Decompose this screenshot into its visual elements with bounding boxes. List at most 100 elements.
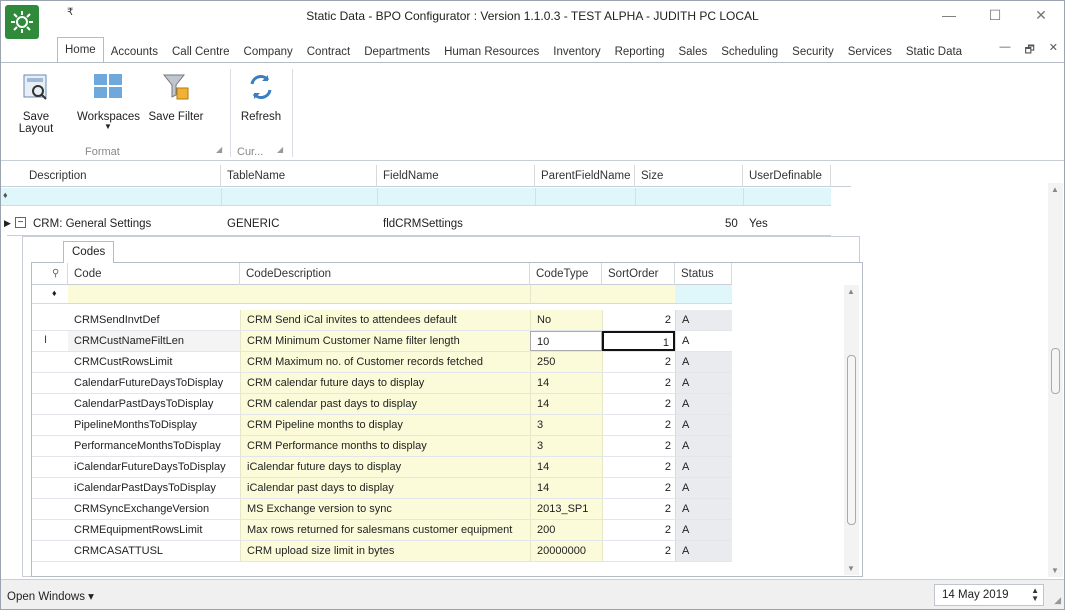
table-row[interactable]: PipelineMonthsToDisplay CRM Pipeline mon… — [32, 415, 732, 436]
app-gear-icon[interactable] — [5, 5, 39, 39]
cell-codetype[interactable]: 3 — [530, 415, 602, 435]
tab-inventory[interactable]: Inventory — [546, 41, 607, 63]
tab-codes[interactable]: Codes — [63, 241, 115, 263]
cell-code[interactable]: CRMCustRowsLimit — [68, 352, 240, 372]
cell-code[interactable]: PipelineMonthsToDisplay — [68, 415, 240, 435]
cell-sortorder[interactable]: 2 — [602, 436, 675, 456]
col-header-codetype[interactable]: CodeType — [530, 263, 602, 285]
date-spinner-icon[interactable]: ▲ ▼ — [1031, 587, 1039, 603]
cell-codetype[interactable]: No — [530, 310, 602, 330]
cell-code[interactable]: CRMSendInvtDef — [68, 310, 240, 330]
cell-codedescription[interactable]: Max rows returned for salesmans customer… — [240, 520, 530, 540]
table-row[interactable]: CalendarPastDaysToDisplay CRM calendar p… — [32, 394, 732, 415]
cell-sortorder[interactable]: 2 — [602, 478, 675, 498]
cell-sortorder-focused[interactable]: 1 — [602, 331, 675, 351]
scroll-up-icon[interactable]: ▲ — [1051, 185, 1059, 194]
tab-services[interactable]: Services — [841, 41, 899, 63]
cell-codetype[interactable]: 14 — [530, 394, 602, 414]
cell-code[interactable]: iCalendarFutureDaysToDisplay — [68, 457, 240, 477]
cell-status[interactable]: A — [675, 478, 732, 498]
cell-codedescription[interactable]: MS Exchange version to sync — [240, 499, 530, 519]
col-header-tablename[interactable]: TableName — [221, 165, 377, 187]
mdi-close-button[interactable]: ✕ — [1049, 41, 1058, 60]
tab-departments[interactable]: Departments — [357, 41, 437, 63]
format-group-launcher-icon[interactable]: ◢ — [216, 145, 222, 154]
table-row[interactable]: CalendarFutureDaysToDisplay CRM calendar… — [32, 373, 732, 394]
codes-vertical-scrollbar[interactable]: ▲ ▼ — [844, 285, 859, 575]
col-header-fieldname[interactable]: FieldName — [377, 165, 535, 187]
master-vertical-scrollbar[interactable]: ▲ ▼ — [1048, 183, 1063, 577]
cell-sortorder[interactable]: 2 — [602, 499, 675, 519]
cell-codedescription[interactable]: CRM upload size limit in bytes — [240, 541, 530, 561]
col-header-sortorder[interactable]: SortOrder — [602, 263, 675, 285]
tab-contract[interactable]: Contract — [300, 41, 357, 63]
cell-code[interactable]: PerformanceMonthsToDisplay — [68, 436, 240, 456]
cell-codedescription[interactable]: CRM Performance months to display — [240, 436, 530, 456]
cell-status[interactable]: A — [675, 310, 732, 330]
cell-status[interactable]: A — [675, 499, 732, 519]
filter-cell-status[interactable] — [675, 285, 732, 303]
scroll-down-icon[interactable]: ▼ — [1051, 566, 1059, 575]
col-header-status[interactable]: Status — [675, 263, 732, 285]
scrollbar-thumb[interactable] — [847, 355, 856, 525]
scroll-down-icon[interactable]: ▼ — [847, 564, 855, 573]
current-group-launcher-icon[interactable]: ◢ — [277, 145, 283, 154]
table-row[interactable]: CRMEquipmentRowsLimit Max rows returned … — [32, 520, 732, 541]
cell-sortorder[interactable]: 2 — [602, 541, 675, 561]
tab-reporting[interactable]: Reporting — [608, 41, 672, 63]
col-header-codedescription[interactable]: CodeDescription — [240, 263, 530, 285]
cell-status[interactable]: A — [675, 436, 732, 456]
cell-codetype[interactable]: 250 — [530, 352, 602, 372]
cell-code[interactable]: CRMSyncExchangeVersion — [68, 499, 240, 519]
cell-sortorder[interactable]: 2 — [602, 457, 675, 477]
cell-sortorder[interactable]: 2 — [602, 352, 675, 372]
save-layout-button[interactable]: Save Layout — [5, 69, 67, 135]
cell-codetype[interactable]: 14 — [530, 457, 602, 477]
cell-status[interactable]: A — [675, 394, 732, 414]
cell-status[interactable]: A — [675, 541, 732, 561]
cell-codetype[interactable]: 200 — [530, 520, 602, 540]
tab-accounts[interactable]: Accounts — [104, 41, 165, 63]
table-row[interactable]: CRMCustRowsLimit CRM Maximum no. of Cust… — [32, 352, 732, 373]
table-row[interactable]: CRMCASATTUSL CRM upload size limit in by… — [32, 541, 732, 562]
maximize-button[interactable]: ☐ — [972, 1, 1018, 29]
tab-home[interactable]: Home — [57, 37, 104, 63]
table-row[interactable]: CRMSendInvtDef CRM Send iCal invites to … — [32, 310, 732, 331]
tab-company[interactable]: Company — [237, 41, 300, 63]
workspaces-button[interactable]: Workspaces ▼ — [77, 69, 140, 131]
col-header-parentfieldname[interactable]: ParentFieldName — [535, 165, 635, 187]
table-row-selected[interactable]: I CRMCustNameFiltLen CRM Minimum Custome… — [32, 331, 732, 352]
close-button[interactable]: ✕ — [1018, 1, 1064, 29]
minimize-button[interactable]: — — [926, 1, 972, 29]
cell-sortorder[interactable]: 2 — [602, 415, 675, 435]
cell-codetype[interactable]: 14 — [530, 478, 602, 498]
col-header-code[interactable]: Code — [68, 263, 240, 285]
tab-security[interactable]: Security — [785, 41, 841, 63]
cell-code[interactable]: CRMEquipmentRowsLimit — [68, 520, 240, 540]
cell-codedescription[interactable]: iCalendar past days to display — [240, 478, 530, 498]
cell-codedescription[interactable]: CRM calendar past days to display — [240, 394, 530, 414]
cell-codetype[interactable]: 2013_SP1 — [530, 499, 602, 519]
tab-call-centre[interactable]: Call Centre — [165, 41, 237, 63]
cell-status[interactable]: A — [675, 457, 732, 477]
open-windows-button[interactable]: Open Windows ▾ — [7, 589, 94, 603]
cell-codedescription[interactable]: iCalendar future days to display — [240, 457, 530, 477]
table-row[interactable]: ▶ − CRM: General Settings GENERIC fldCRM… — [1, 215, 831, 235]
table-row[interactable]: iCalendarFutureDaysToDisplay iCalendar f… — [32, 457, 732, 478]
cell-code[interactable]: iCalendarPastDaysToDisplay — [68, 478, 240, 498]
mdi-restore-button[interactable]: 🗗 — [1024, 41, 1034, 60]
table-row[interactable]: CRMSyncExchangeVersion MS Exchange versi… — [32, 499, 732, 520]
cell-sortorder[interactable]: 2 — [602, 394, 675, 414]
cell-sortorder[interactable]: 2 — [602, 520, 675, 540]
tab-human-resources[interactable]: Human Resources — [437, 41, 546, 63]
col-header-userdefinable[interactable]: UserDefinable — [743, 165, 831, 187]
cell-status[interactable]: A — [675, 352, 732, 372]
date-picker[interactable]: 14 May 2019 ▲ ▼ — [934, 584, 1044, 606]
collapse-icon[interactable]: − — [15, 217, 26, 228]
cell-codetype[interactable]: 3 — [530, 436, 602, 456]
col-header-size[interactable]: Size — [635, 165, 743, 187]
cell-code[interactable]: CalendarFutureDaysToDisplay — [68, 373, 240, 393]
cell-codetype[interactable]: 20000000 — [530, 541, 602, 561]
resize-grip-icon[interactable]: ◢ — [1054, 595, 1061, 606]
cell-status[interactable]: A — [675, 331, 732, 351]
